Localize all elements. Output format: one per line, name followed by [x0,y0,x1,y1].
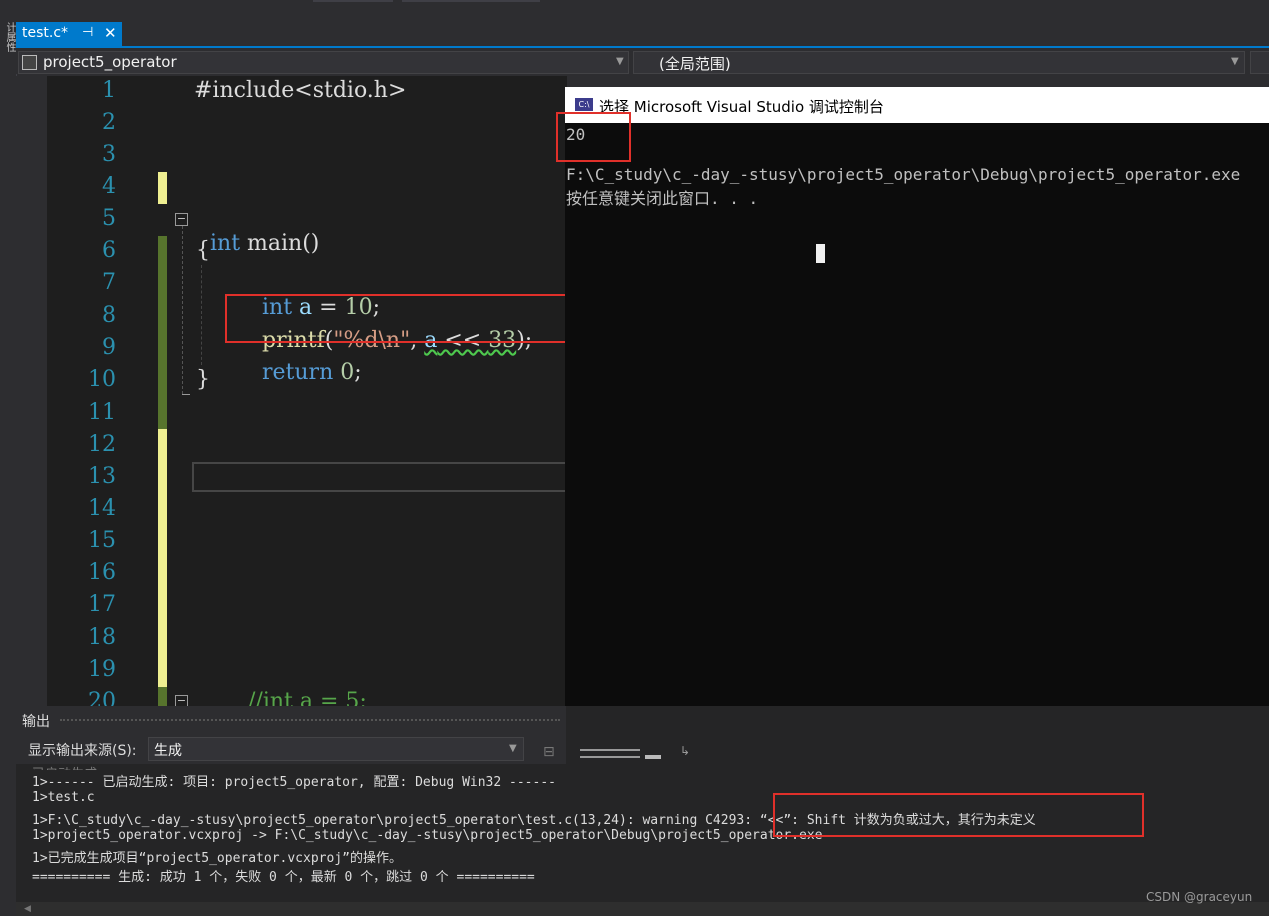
scope-dropdown[interactable]: (全局范围) ▼ [633,51,1245,74]
left-tool-strip [0,0,17,916]
line-number: 9 [102,335,116,360]
top-toolbar [16,0,1269,22]
current-line-highlight [192,462,567,492]
chevron-down-icon: ▼ [1231,56,1239,67]
line-number: 11 [88,400,116,425]
line-number: 14 [88,496,116,521]
output-source-label: 显示输出来源(S): [28,743,137,759]
console-cursor [816,244,825,263]
console-title: 选择 Microsoft Visual Studio 调试控制台 [599,98,884,116]
output-panel-header: 输出 [16,706,566,734]
line-number: 3 [102,142,116,167]
outline-guide [182,226,183,394]
toolbar-stub [313,0,393,2]
close-icon[interactable]: ✕ [104,24,117,42]
highlight-box-code [225,294,598,343]
line-number: 8 [102,303,116,328]
panel-grip[interactable] [60,719,560,721]
chevron-down-icon: ▼ [509,743,517,754]
output-source-bar: 显示输出来源(S): 生成 ▼ [16,734,566,764]
console-output-path: F:\C_study\c_-day_-stusy\project5_operat… [566,165,1241,184]
editor-margin [16,76,47,706]
output-horizontal-scrollbar[interactable]: ◀ [16,902,1269,916]
line-number: 6 [102,238,116,263]
toolbar-stub [402,0,540,2]
output-line: 1>test.c [32,790,95,805]
line-number: 15 [88,528,116,553]
line-number: 17 [88,592,116,617]
watermark: CSDN @graceyun [1146,890,1253,904]
output-source-dropdown[interactable]: 生成 ▼ [148,737,524,761]
output-line: ========== 生成: 成功 1 个，失败 0 个，最新 0 个，跳过 0… [32,870,535,885]
collapse-icon[interactable]: − [175,213,188,226]
unsaved-change-bar [158,172,167,204]
outline-guide-end [182,394,190,395]
console-output-prompt: 按任意键关闭此窗口. . . [566,189,759,208]
line-number: 7 [102,270,116,295]
project-dropdown[interactable]: project5_operator ▼ [18,51,629,74]
code-line-1: #include<stdio.h> [194,78,407,103]
code-line-6: { [196,238,210,263]
code-line-5: int main() [210,231,320,256]
line-number: 2 [102,110,116,135]
highlight-box-console [556,112,631,162]
scroll-left-icon[interactable]: ◀ [24,904,31,914]
line-number: 10 [88,367,116,392]
line-number: 19 [88,657,116,682]
line-number: 5 [102,206,116,231]
code-line-10: } [196,367,210,392]
unsaved-change-bar [158,429,167,687]
indent-guide [201,265,202,365]
line-number: 16 [88,560,116,585]
tab-test-c[interactable]: test.c* ⊣ ✕ [16,22,122,46]
toggle-wrap-icon[interactable] [645,745,661,759]
console-icon: C:\ [575,98,593,111]
properties-side-tab[interactable]: 计属性 [1,22,15,52]
line-number: 1 [102,78,116,103]
chevron-down-icon: ▼ [616,56,624,67]
saved-change-bar [158,236,167,429]
console-titlebar[interactable]: C:\ 选择 Microsoft Visual Studio 调试控制台 [565,87,1269,123]
output-source-value: 生成 [154,743,182,759]
line-number: 4 [102,174,116,199]
clear-output-icon[interactable]: ⊟ [543,744,565,760]
output-line: 1>已完成生成项目“project5_operator.vcxproj”的操作。 [32,851,402,866]
project-icon [22,55,37,70]
line-number: 18 [88,625,116,650]
line-number: 20 [88,689,116,706]
tab-label: test.c* [22,25,69,41]
output-line: 1>------ 已启动生成: 项目: project5_operator, 配… [32,775,556,790]
highlight-box-warning [773,793,1144,837]
output-panel-title: 输出 [22,714,50,730]
code-line-20: //int a = 5; [248,689,367,706]
member-dropdown[interactable] [1250,51,1269,74]
saved-change-bar [158,687,167,706]
code-editor[interactable] [47,76,567,706]
word-wrap-icon[interactable] [580,749,640,758]
output-partial-line: 已启动生成 [32,763,97,770]
line-number: 13 [88,464,116,489]
pin-icon[interactable]: ⊣ [82,25,93,40]
project-name: project5_operator [43,53,177,71]
scope-name: (全局范围) [659,55,731,73]
goto-icon[interactable]: ↳ [680,744,690,758]
line-number: 12 [88,432,116,457]
